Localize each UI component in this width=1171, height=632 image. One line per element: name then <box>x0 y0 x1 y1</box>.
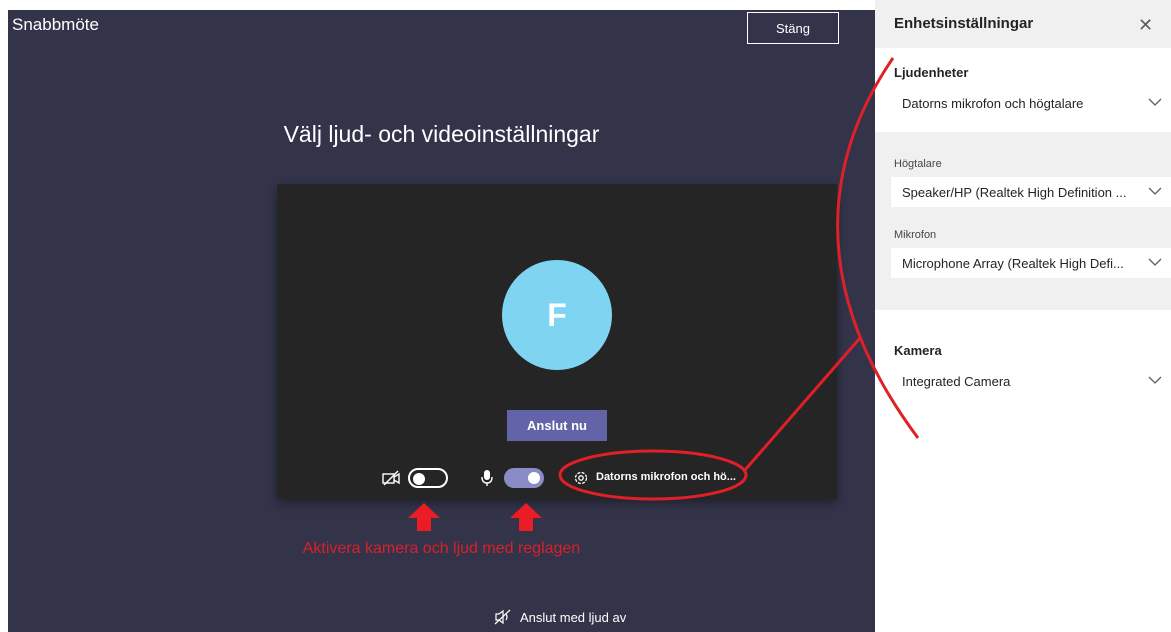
microphone-label: Mikrofon <box>894 229 937 241</box>
app-title: Snabbmöte <box>12 15 99 34</box>
microphone-select[interactable]: Microphone Array (Realtek High Defi... <box>891 248 1171 278</box>
chevron-down-icon <box>1147 372 1163 393</box>
camera-toggle[interactable] <box>408 468 448 488</box>
audio-devices-section: Ljudenheter Datorns mikrofon och högtala… <box>875 48 1171 132</box>
camera-section: Kamera Integrated Camera <box>875 310 1171 632</box>
device-settings-gear-icon[interactable] <box>573 470 589 491</box>
speaker-select[interactable]: Speaker/HP (Realtek High Definition ... <box>891 177 1171 207</box>
audio-device-label[interactable]: Datorns mikrofon och hö... <box>596 471 736 483</box>
panel-title: Enhetsinställningar <box>894 15 1034 32</box>
video-preview: F Anslut nu Datorns mikrofon och hö... <box>277 184 837 499</box>
close-icon[interactable]: ✕ <box>1138 15 1153 36</box>
join-audio-off-link[interactable]: Anslut med ljud av <box>520 610 626 625</box>
select-value: Microphone Array (Realtek High Defi... <box>902 256 1124 271</box>
select-value: Speaker/HP (Realtek High Definition ... <box>902 185 1127 200</box>
audio-devices-label: Ljudenheter <box>894 65 969 80</box>
camera-select[interactable]: Integrated Camera <box>891 366 1171 396</box>
annotation-text: Aktivera kamera och ljud med reglagen <box>302 540 581 557</box>
toggle-knob <box>413 473 425 485</box>
microphone-icon <box>481 469 493 492</box>
avatar: F <box>502 260 612 370</box>
chevron-down-icon <box>1147 94 1163 115</box>
camera-label: Kamera <box>894 343 942 358</box>
join-now-button[interactable]: Anslut nu <box>507 410 607 441</box>
camera-off-icon <box>382 469 402 492</box>
speaker-label: Högtalare <box>894 158 942 170</box>
device-settings-panel: Enhetsinställningar ✕ Ljudenheter Datorn… <box>875 0 1171 632</box>
chevron-down-icon <box>1147 183 1163 204</box>
audio-device-select[interactable]: Datorns mikrofon och högtalare <box>891 88 1171 118</box>
close-button[interactable]: Stäng <box>747 12 839 44</box>
speaker-muted-icon <box>494 609 512 630</box>
select-value: Datorns mikrofon och högtalare <box>902 96 1084 111</box>
meeting-prejoin-area: Snabbmöte Stäng Välj ljud- och videoinst… <box>8 10 875 632</box>
chevron-down-icon <box>1147 254 1163 275</box>
toggle-knob <box>528 472 540 484</box>
microphone-toggle[interactable] <box>504 468 544 488</box>
select-value: Integrated Camera <box>902 374 1011 389</box>
page-heading: Välj ljud- och videoinställningar <box>283 121 600 147</box>
